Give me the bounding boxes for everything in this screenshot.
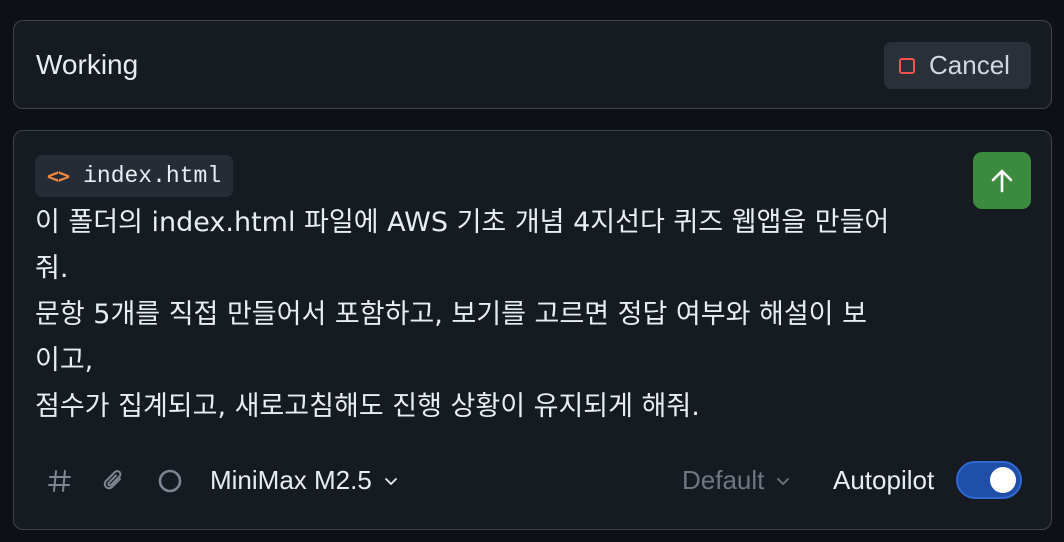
model-selector[interactable]: MiniMax M2.5 xyxy=(210,465,400,496)
cancel-label: Cancel xyxy=(929,50,1010,80)
toggle-knob xyxy=(990,467,1016,493)
autopilot-toggle[interactable] xyxy=(956,461,1022,499)
hash-icon[interactable] xyxy=(45,466,75,496)
progress-ring-icon xyxy=(155,466,185,496)
chat-composer: <> index.html 이 폴더의 index.html 파일에 AWS 기… xyxy=(13,130,1052,530)
mode-label: Default xyxy=(682,465,765,495)
mode-selector[interactable]: Default xyxy=(682,465,792,496)
chevron-down-icon xyxy=(384,477,397,485)
model-label: MiniMax M2.5 xyxy=(210,465,372,495)
prompt-input[interactable]: 이 폴더의 index.html 파일에 AWS 기초 개념 4지선다 퀴즈 웹… xyxy=(35,200,970,430)
autopilot-label: Autopilot xyxy=(833,465,935,495)
paperclip-icon[interactable] xyxy=(99,466,129,496)
chevron-down-icon xyxy=(777,477,790,485)
file-attachment-chip[interactable]: <> index.html xyxy=(35,155,234,197)
status-panel: Working Cancel xyxy=(13,20,1052,109)
send-button[interactable] xyxy=(973,152,1031,209)
stop-icon xyxy=(899,57,915,74)
attachment-file-name: index.html xyxy=(83,163,222,189)
code-icon: <> xyxy=(47,164,70,188)
status-text: Working xyxy=(36,49,139,80)
cancel-button[interactable]: Cancel xyxy=(884,42,1031,89)
composer-toolbar: MiniMax M2.5 Default Autopilot xyxy=(14,461,1051,501)
arrow-up-icon xyxy=(991,169,1013,192)
